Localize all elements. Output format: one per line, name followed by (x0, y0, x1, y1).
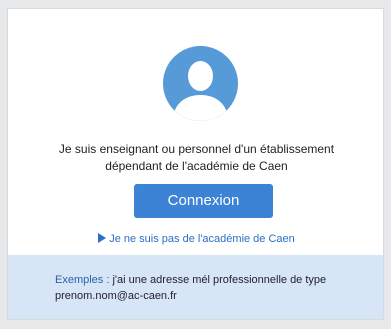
info-line-1-text: j'ai une adresse mél professionnelle de … (109, 274, 327, 286)
info-label: Exemples : (55, 274, 110, 286)
description-line-1: Je suis enseignant ou personnel d'un éta… (58, 142, 335, 156)
login-card: Je suis enseignant ou personnel d'un éta… (7, 8, 384, 320)
info-email-example: prenom.nom@ac-caen.fr (55, 290, 177, 302)
description-line-2: dépendant de l'académie de Caen (105, 159, 288, 173)
login-button[interactable]: Connexion (134, 184, 273, 218)
user-avatar-icon (163, 46, 238, 121)
play-triangle-icon (98, 233, 107, 243)
example-info-box: Exemples : j'ai une adresse mél professi… (8, 255, 383, 319)
not-from-academy-link[interactable]: Je ne suis pas de l'académie de Caen (8, 233, 383, 245)
institution-description: Je suis enseignant ou personnel d'un éta… (8, 141, 383, 175)
not-from-academy-link-label: Je ne suis pas de l'académie de Caen (109, 233, 295, 245)
user-silhouette-icon (173, 61, 228, 121)
info-line-1: Exemples : j'ai une adresse mél professi… (55, 272, 383, 288)
